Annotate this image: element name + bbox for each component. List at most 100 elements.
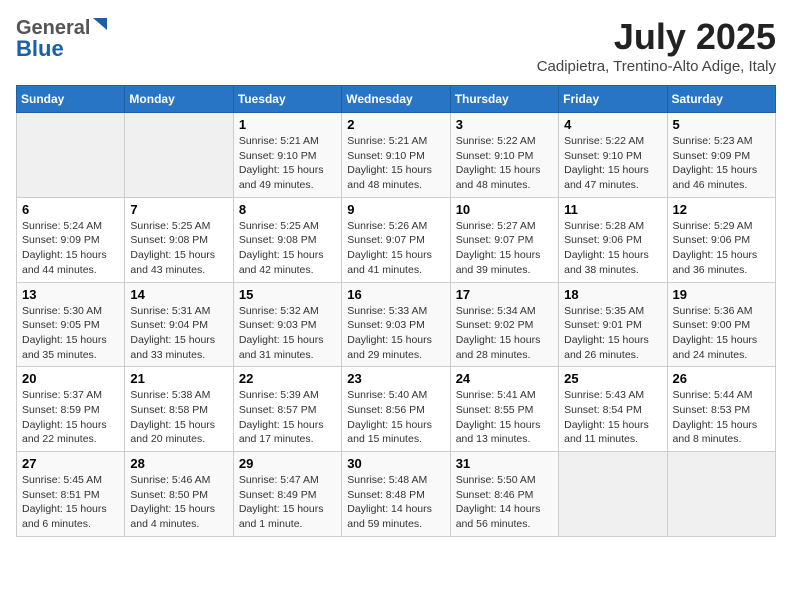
day-number: 22 — [239, 371, 336, 386]
calendar-cell: 23 Sunrise: 5:40 AM Sunset: 8:56 PM Dayli… — [342, 367, 450, 452]
logo: General Blue — [16, 16, 109, 62]
page-subtitle: Cadipietra, Trentino-Alto Adige, Italy — [537, 58, 776, 75]
page-title: July 2025 — [537, 16, 776, 58]
calendar-cell: 11Sunrise: 5:28 AM Sunset: 9:06 PM Dayli… — [559, 197, 667, 282]
day-number: 23 — [347, 371, 444, 386]
title-block: July 2025 Cadipietra, Trentino-Alto Adig… — [537, 16, 776, 75]
calendar-cell: 24Sunrise: 5:41 AM Sunset: 8:55 PM Dayli… — [450, 367, 558, 452]
calendar-cell: 27Sunrise: 5:45 AM Sunset: 8:51 PM Dayli… — [17, 452, 125, 537]
calendar-cell: 22 Sunrise: 5:39 AM Sunset: 8:57 PM Dayli… — [233, 367, 341, 452]
calendar-cell: 17 Sunrise: 5:34 AM Sunset: 9:02 PM Dayli… — [450, 282, 558, 367]
day-number: 8 — [239, 202, 336, 217]
day-number: 19 — [673, 287, 770, 302]
day-info: Sunrise: 5:21 AM Sunset: 9:10 PM Dayligh… — [239, 134, 336, 193]
calendar-cell: 26 Sunrise: 5:44 AM Sunset: 8:53 PM Dayli… — [667, 367, 775, 452]
day-info: Sunrise: 5:30 AM Sunset: 9:05 PM Dayligh… — [22, 304, 119, 363]
day-number: 3 — [456, 117, 553, 132]
day-info: Sunrise: 5:32 AM Sunset: 9:03 PM Dayligh… — [239, 304, 336, 363]
day-info: Sunrise: 5:25 AM Sunset: 9:08 PM Dayligh… — [130, 219, 227, 278]
calendar-week-3: 13 Sunrise: 5:30 AM Sunset: 9:05 PM Dayli… — [17, 282, 776, 367]
header-cell-thursday: Thursday — [450, 86, 558, 113]
day-number: 12 — [673, 202, 770, 217]
day-info: Sunrise: 5:33 AM Sunset: 9:03 PM Dayligh… — [347, 304, 444, 363]
day-number: 5 — [673, 117, 770, 132]
calendar-cell — [559, 452, 667, 537]
calendar-cell: 30Sunrise: 5:48 AM Sunset: 8:48 PM Dayli… — [342, 452, 450, 537]
day-info: Sunrise: 5:24 AM Sunset: 9:09 PM Dayligh… — [22, 219, 119, 278]
calendar-body: 1 Sunrise: 5:21 AM Sunset: 9:10 PM Daylig… — [17, 113, 776, 537]
day-number: 21 — [130, 371, 227, 386]
day-info: Sunrise: 5:21 AM Sunset: 9:10 PM Dayligh… — [347, 134, 444, 193]
calendar-cell: 12Sunrise: 5:29 AM Sunset: 9:06 PM Dayli… — [667, 197, 775, 282]
day-info: Sunrise: 5:47 AM Sunset: 8:49 PM Dayligh… — [239, 473, 336, 532]
page-header: General Blue July 2025 Cadipietra, Trent… — [16, 16, 776, 75]
calendar-cell: 6Sunrise: 5:24 AM Sunset: 9:09 PM Daylig… — [17, 197, 125, 282]
calendar-cell: 1 Sunrise: 5:21 AM Sunset: 9:10 PM Daylig… — [233, 113, 341, 198]
day-number: 17 — [456, 287, 553, 302]
calendar-cell: 18 Sunrise: 5:35 AM Sunset: 9:01 PM Dayli… — [559, 282, 667, 367]
calendar-week-5: 27Sunrise: 5:45 AM Sunset: 8:51 PM Dayli… — [17, 452, 776, 537]
calendar-cell: 13 Sunrise: 5:30 AM Sunset: 9:05 PM Dayli… — [17, 282, 125, 367]
day-number: 25 — [564, 371, 661, 386]
calendar-cell: 8 Sunrise: 5:25 AM Sunset: 9:08 PM Daylig… — [233, 197, 341, 282]
day-info: Sunrise: 5:28 AM Sunset: 9:06 PM Dayligh… — [564, 219, 661, 278]
day-info: Sunrise: 5:46 AM Sunset: 8:50 PM Dayligh… — [130, 473, 227, 532]
day-number: 28 — [130, 456, 227, 471]
calendar-cell: 25 Sunrise: 5:43 AM Sunset: 8:54 PM Dayli… — [559, 367, 667, 452]
day-info: Sunrise: 5:38 AM Sunset: 8:58 PM Dayligh… — [130, 388, 227, 447]
calendar-week-4: 20Sunrise: 5:37 AM Sunset: 8:59 PM Dayli… — [17, 367, 776, 452]
day-info: Sunrise: 5:45 AM Sunset: 8:51 PM Dayligh… — [22, 473, 119, 532]
day-info: Sunrise: 5:39 AM Sunset: 8:57 PM Dayligh… — [239, 388, 336, 447]
calendar-cell: 10 Sunrise: 5:27 AM Sunset: 9:07 PM Dayli… — [450, 197, 558, 282]
day-number: 29 — [239, 456, 336, 471]
calendar-cell: 16Sunrise: 5:33 AM Sunset: 9:03 PM Dayli… — [342, 282, 450, 367]
calendar-cell: 28 Sunrise: 5:46 AM Sunset: 8:50 PM Dayli… — [125, 452, 233, 537]
day-number: 31 — [456, 456, 553, 471]
day-info: Sunrise: 5:36 AM Sunset: 9:00 PM Dayligh… — [673, 304, 770, 363]
day-info: Sunrise: 5:43 AM Sunset: 8:54 PM Dayligh… — [564, 388, 661, 447]
day-number: 10 — [456, 202, 553, 217]
day-number: 4 — [564, 117, 661, 132]
calendar-cell: 31 Sunrise: 5:50 AM Sunset: 8:46 PM Dayli… — [450, 452, 558, 537]
day-number: 7 — [130, 202, 227, 217]
day-info: Sunrise: 5:34 AM Sunset: 9:02 PM Dayligh… — [456, 304, 553, 363]
day-info: Sunrise: 5:22 AM Sunset: 9:10 PM Dayligh… — [456, 134, 553, 193]
day-info: Sunrise: 5:40 AM Sunset: 8:56 PM Dayligh… — [347, 388, 444, 447]
day-info: Sunrise: 5:22 AM Sunset: 9:10 PM Dayligh… — [564, 134, 661, 193]
logo-arrow-icon — [91, 16, 109, 34]
calendar-table: SundayMondayTuesdayWednesdayThursdayFrid… — [16, 85, 776, 537]
calendar-cell — [667, 452, 775, 537]
header-cell-wednesday: Wednesday — [342, 86, 450, 113]
day-number: 1 — [239, 117, 336, 132]
day-number: 18 — [564, 287, 661, 302]
day-number: 2 — [347, 117, 444, 132]
calendar-cell: 4 Sunrise: 5:22 AM Sunset: 9:10 PM Daylig… — [559, 113, 667, 198]
calendar-cell: 2 Sunrise: 5:21 AM Sunset: 9:10 PM Daylig… — [342, 113, 450, 198]
day-info: Sunrise: 5:26 AM Sunset: 9:07 PM Dayligh… — [347, 219, 444, 278]
calendar-cell: 9Sunrise: 5:26 AM Sunset: 9:07 PM Daylig… — [342, 197, 450, 282]
calendar-cell: 15 Sunrise: 5:32 AM Sunset: 9:03 PM Dayli… — [233, 282, 341, 367]
calendar-cell: 14Sunrise: 5:31 AM Sunset: 9:04 PM Dayli… — [125, 282, 233, 367]
logo-content: General Blue — [16, 16, 109, 62]
day-info: Sunrise: 5:44 AM Sunset: 8:53 PM Dayligh… — [673, 388, 770, 447]
calendar-week-2: 6Sunrise: 5:24 AM Sunset: 9:09 PM Daylig… — [17, 197, 776, 282]
calendar-cell: 29 Sunrise: 5:47 AM Sunset: 8:49 PM Dayli… — [233, 452, 341, 537]
header-row: SundayMondayTuesdayWednesdayThursdayFrid… — [17, 86, 776, 113]
day-info: Sunrise: 5:50 AM Sunset: 8:46 PM Dayligh… — [456, 473, 553, 532]
calendar-cell — [17, 113, 125, 198]
header-cell-friday: Friday — [559, 86, 667, 113]
header-cell-sunday: Sunday — [17, 86, 125, 113]
day-number: 13 — [22, 287, 119, 302]
day-number: 24 — [456, 371, 553, 386]
header-cell-tuesday: Tuesday — [233, 86, 341, 113]
calendar-cell: 3 Sunrise: 5:22 AM Sunset: 9:10 PM Daylig… — [450, 113, 558, 198]
calendar-week-1: 1 Sunrise: 5:21 AM Sunset: 9:10 PM Daylig… — [17, 113, 776, 198]
day-info: Sunrise: 5:27 AM Sunset: 9:07 PM Dayligh… — [456, 219, 553, 278]
calendar-cell — [125, 113, 233, 198]
day-number: 26 — [673, 371, 770, 386]
day-info: Sunrise: 5:25 AM Sunset: 9:08 PM Dayligh… — [239, 219, 336, 278]
day-info: Sunrise: 5:37 AM Sunset: 8:59 PM Dayligh… — [22, 388, 119, 447]
day-number: 15 — [239, 287, 336, 302]
day-info: Sunrise: 5:35 AM Sunset: 9:01 PM Dayligh… — [564, 304, 661, 363]
day-info: Sunrise: 5:48 AM Sunset: 8:48 PM Dayligh… — [347, 473, 444, 532]
